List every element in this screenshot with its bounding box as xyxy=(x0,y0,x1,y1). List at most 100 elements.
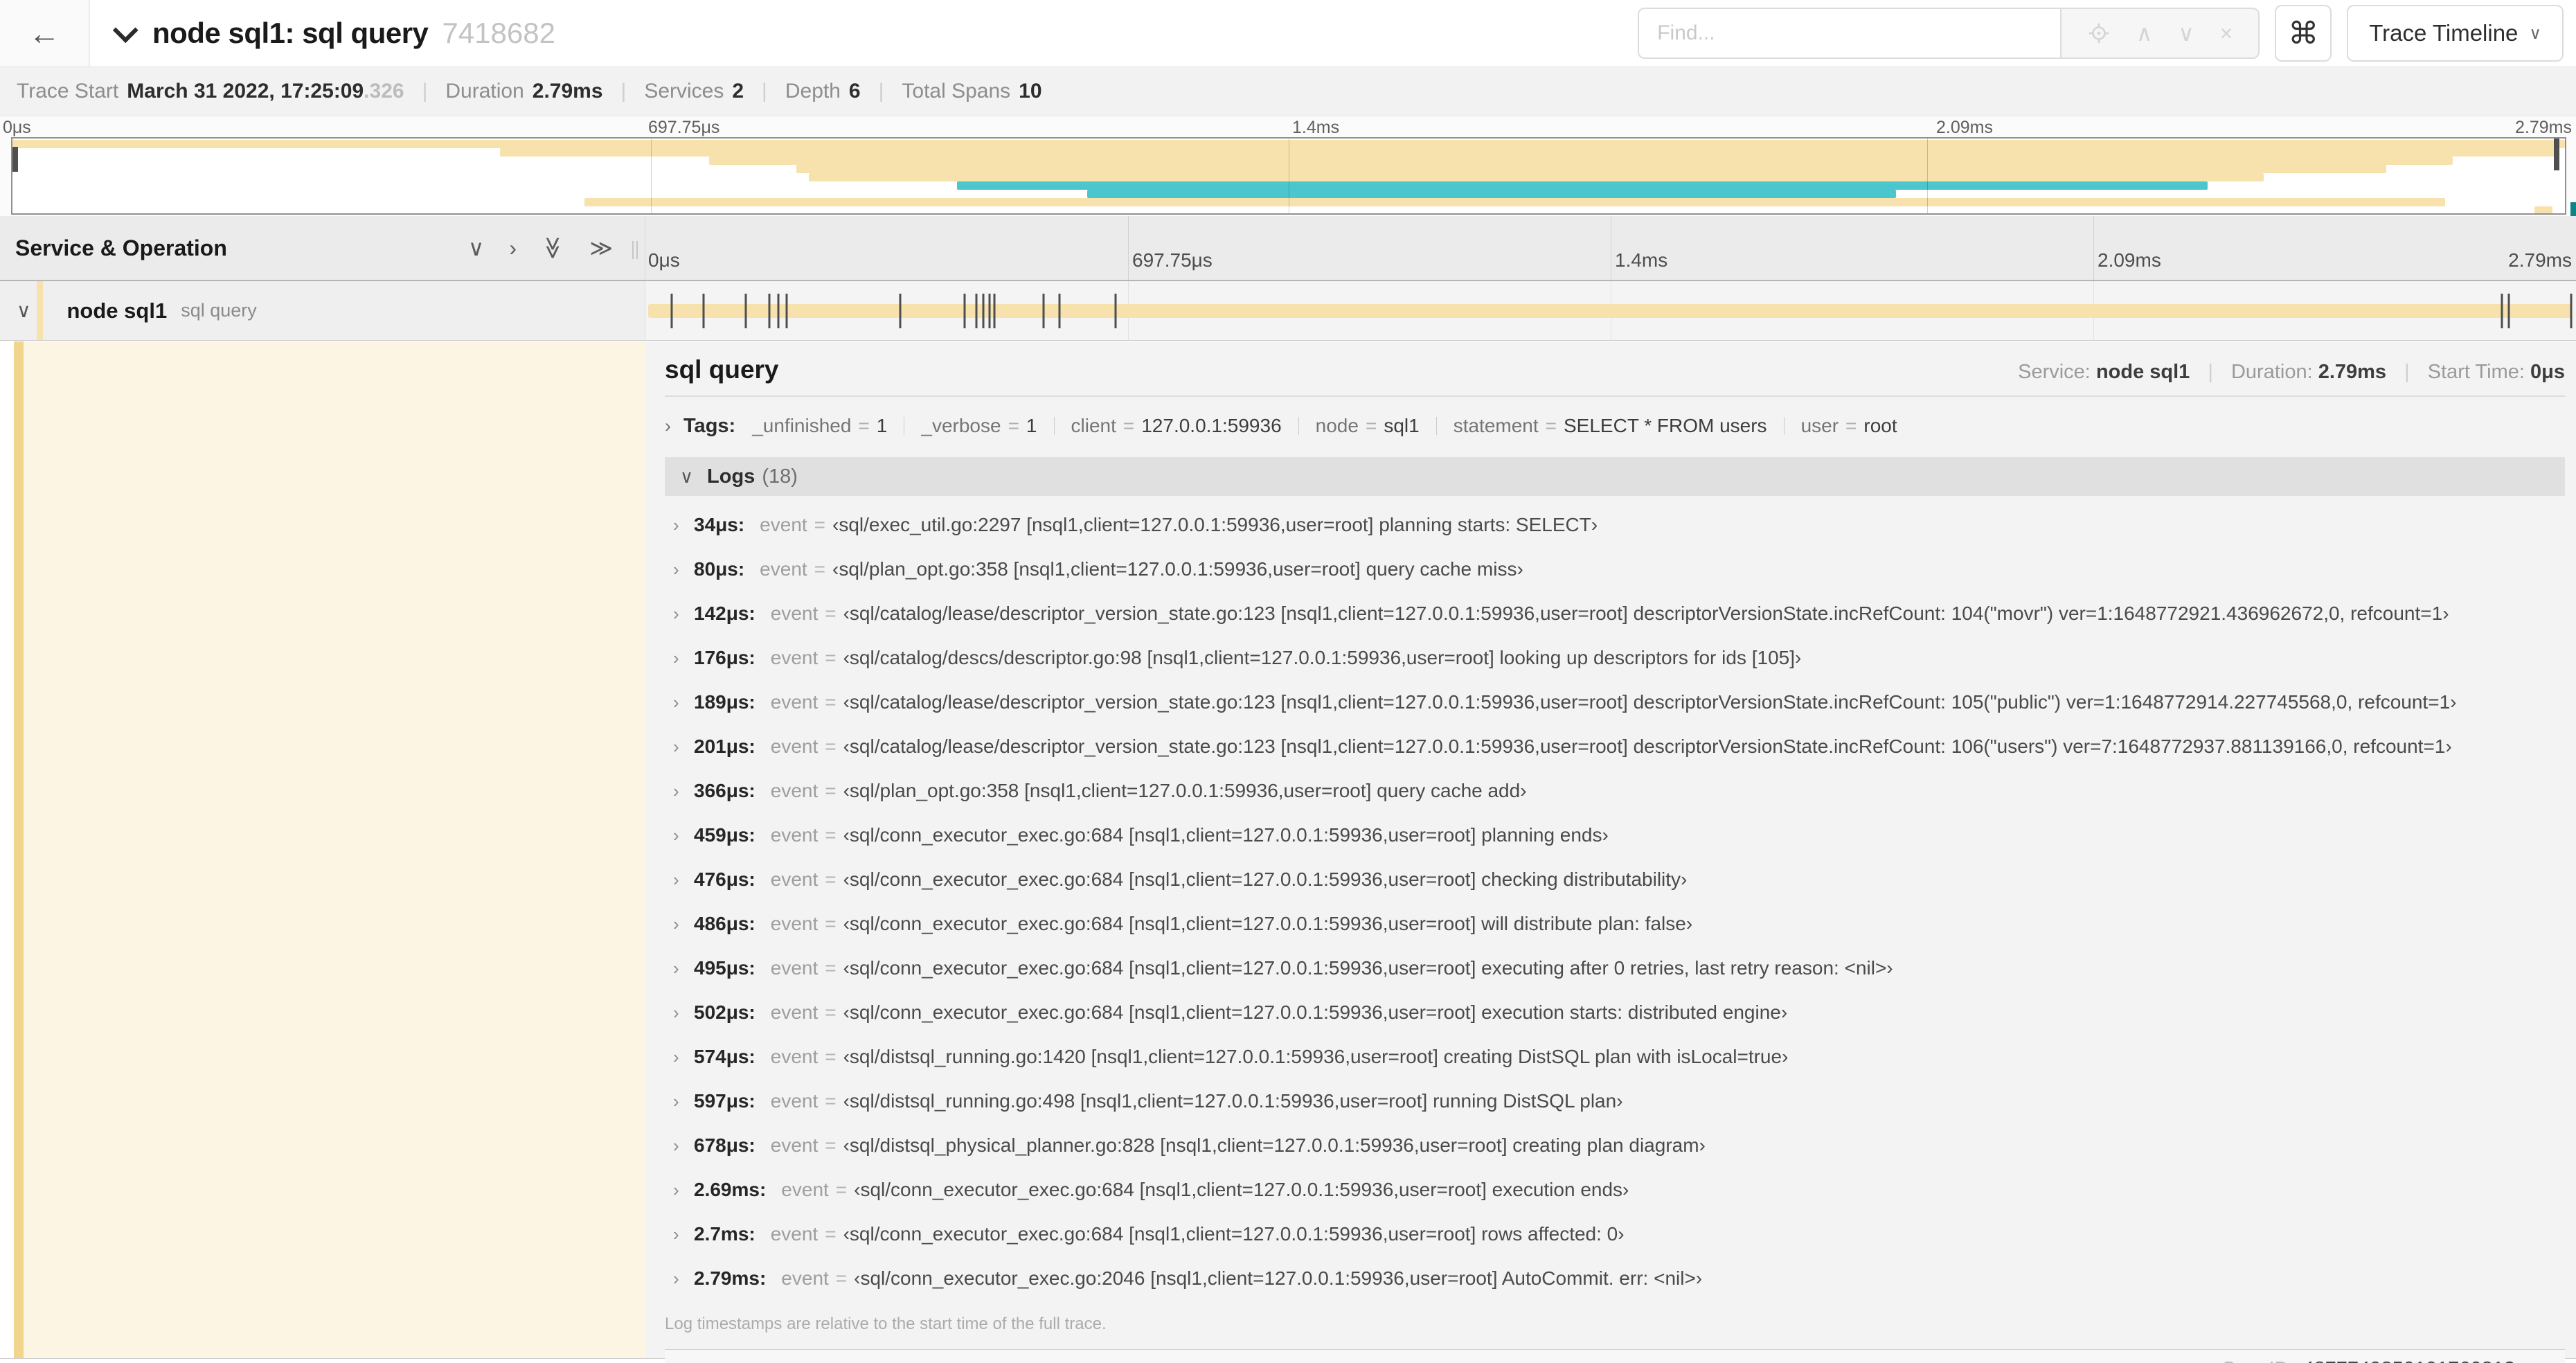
trace-title-chevron-down-icon[interactable] xyxy=(112,17,138,44)
log-value: ‹sql/conn_executor_exec.go:2046 [nsql1,c… xyxy=(854,1267,1703,1289)
collapse-one-icon[interactable]: ∨ xyxy=(468,237,484,259)
collapse-all-icon[interactable]: ≫ xyxy=(541,236,566,260)
log-expand-chevron-icon[interactable]: › xyxy=(673,559,694,580)
log-expand-chevron-icon[interactable]: › xyxy=(673,1046,694,1068)
log-timestamp: 574μs: xyxy=(694,1046,755,1067)
axis-label: 2.79ms xyxy=(2508,249,2572,271)
minimap-canvas[interactable] xyxy=(11,137,2566,215)
log-expand-chevron-icon[interactable]: › xyxy=(673,1002,694,1024)
trace-minimap: 0μs 697.75μs 1.4ms 2.09ms 2.79ms xyxy=(0,116,2576,216)
trace-view-select[interactable]: Trace Timeline ∨ xyxy=(2347,5,2564,62)
column-resize-grip[interactable] xyxy=(632,241,638,259)
log-value: ‹sql/conn_executor_exec.go:684 [nsql1,cl… xyxy=(854,1179,1629,1200)
duration-label: Duration: xyxy=(2230,361,2313,383)
log-expand-chevron-icon[interactable]: › xyxy=(673,781,694,802)
detail-left-column xyxy=(0,341,645,1358)
logs-block: ∨ Logs (18) › 34μs: event = ‹sql/exec_util.g… xyxy=(665,457,2565,1349)
log-marker xyxy=(1042,294,1045,328)
log-expand-chevron-icon[interactable]: › xyxy=(673,1135,694,1157)
viewport-scrubber-left[interactable] xyxy=(12,147,18,172)
locate-icon[interactable] xyxy=(2087,21,2111,45)
timeline-header: Service & Operation ∨ › ≫ ≫ 0μs 697.75μs 1… xyxy=(0,216,2576,281)
divider xyxy=(665,395,2565,397)
log-value: ‹sql/catalog/lease/descriptor_version_st… xyxy=(843,603,2449,624)
log-expand-chevron-icon[interactable]: › xyxy=(673,1091,694,1112)
log-row[interactable]: › 486μs: event = ‹sql/conn_executor_exec.go:… xyxy=(673,902,2565,946)
find-clear-icon[interactable]: × xyxy=(2220,22,2233,44)
log-expand-chevron-icon[interactable]: › xyxy=(673,515,694,536)
span-duration-bar[interactable] xyxy=(648,304,2571,318)
log-expand-chevron-icon[interactable]: › xyxy=(673,869,694,891)
log-row[interactable]: › 502μs: event = ‹sql/conn_executor_exec.go:… xyxy=(673,990,2565,1035)
log-timestamp: 142μs: xyxy=(694,603,755,624)
tags-row[interactable]: › Tags: _unfinished = 1 _verbose = 1 client = 12… xyxy=(665,415,2565,438)
log-timestamp: 201μs: xyxy=(694,736,755,757)
tags-expand-chevron-icon[interactable]: › xyxy=(665,416,671,437)
log-expand-chevron-icon[interactable]: › xyxy=(673,736,694,758)
log-timestamp: 495μs: xyxy=(694,957,755,979)
log-row[interactable]: › 2.7ms: event = ‹sql/conn_executor_exec.go:… xyxy=(673,1212,2565,1256)
log-row[interactable]: › 459μs: event = ‹sql/conn_executor_exec.go:… xyxy=(673,813,2565,857)
log-row[interactable]: › 80μs: event = ‹sql/plan_opt.go:358 [nsql1,… xyxy=(673,547,2565,591)
log-row[interactable]: › 366μs: event = ‹sql/plan_opt.go:358 [nsql1… xyxy=(673,769,2565,813)
log-expand-chevron-icon[interactable]: › xyxy=(673,958,694,979)
log-row[interactable]: › 476μs: event = ‹sql/conn_executor_exec.go:… xyxy=(673,857,2565,902)
log-marker xyxy=(2507,294,2510,328)
back-button[interactable]: ← xyxy=(0,0,90,66)
logs-header[interactable]: ∨ Logs (18) xyxy=(665,457,2565,496)
log-field: event xyxy=(770,1001,819,1023)
log-row[interactable]: › 495μs: event = ‹sql/conn_executor_exec.go:… xyxy=(673,946,2565,990)
service-color-strip xyxy=(37,281,43,340)
span-row-timeline[interactable] xyxy=(645,281,2576,340)
log-field: event xyxy=(770,1223,819,1245)
log-marker xyxy=(670,294,673,328)
find-prev-icon[interactable]: ∧ xyxy=(2136,22,2152,44)
duration-value: 2.79ms xyxy=(532,80,603,103)
log-row[interactable]: › 142μs: event = ‹sql/catalog/lease/descript… xyxy=(673,591,2565,636)
span-row-name-column[interactable]: ∨ node sql1 sql query xyxy=(0,281,645,340)
tags-label: Tags: xyxy=(683,415,736,437)
log-field: event xyxy=(770,736,819,757)
log-row[interactable]: › 34μs: event = ‹sql/exec_util.go:2297 [nsql… xyxy=(673,503,2565,547)
span-collapse-chevron-icon[interactable]: ∨ xyxy=(17,299,31,322)
keyboard-shortcuts-button[interactable]: ⌘ xyxy=(2275,5,2332,62)
find-input[interactable] xyxy=(1638,8,2061,59)
services-value: 2 xyxy=(732,80,744,103)
log-row[interactable]: › 189μs: event = ‹sql/catalog/lease/descript… xyxy=(673,680,2565,724)
log-timestamp: 2.79ms: xyxy=(694,1267,767,1289)
log-expand-chevron-icon[interactable]: › xyxy=(673,1224,694,1245)
deep-link-icon[interactable] xyxy=(2528,1359,2550,1363)
logs-note: Log timestamps are relative to the start… xyxy=(665,1315,1107,1333)
log-expand-chevron-icon[interactable]: › xyxy=(673,692,694,713)
service-label: Service: xyxy=(2018,361,2091,383)
span-row[interactable]: ∨ node sql1 sql query xyxy=(0,281,2576,341)
expand-all-icon[interactable]: ≫ xyxy=(590,237,614,259)
logs-count: (18) xyxy=(762,465,798,488)
span-service-name: node sql1 xyxy=(66,298,168,323)
log-row[interactable]: › 574μs: event = ‹sql/distsql_running.go:142… xyxy=(673,1035,2565,1079)
log-expand-chevron-icon[interactable]: › xyxy=(673,914,694,935)
logs-collapse-chevron-icon[interactable]: ∨ xyxy=(680,466,693,488)
expand-one-icon[interactable]: › xyxy=(509,237,517,259)
log-row[interactable]: › 201μs: event = ‹sql/catalog/lease/descript… xyxy=(673,724,2565,769)
log-value: ‹sql/conn_executor_exec.go:684 [nsql1,cl… xyxy=(843,957,1893,979)
log-expand-chevron-icon[interactable]: › xyxy=(673,1268,694,1290)
log-row[interactable]: › 2.79ms: event = ‹sql/conn_executor_exec.go… xyxy=(673,1256,2565,1301)
viewport-scrubber-right[interactable] xyxy=(2554,139,2559,170)
log-row[interactable]: › 678μs: event = ‹sql/distsql_physical_plann… xyxy=(673,1123,2565,1168)
find-next-icon[interactable]: ∨ xyxy=(2178,22,2194,44)
log-field: event xyxy=(781,1267,829,1289)
log-value: ‹sql/distsql_running.go:1420 [nsql1,clie… xyxy=(843,1046,1789,1067)
span-detail-footer: SpanID: 4877749850101760812 xyxy=(665,1349,2565,1363)
log-expand-chevron-icon[interactable]: › xyxy=(673,1179,694,1201)
log-expand-chevron-icon[interactable]: › xyxy=(673,603,694,625)
log-row[interactable]: › 2.69ms: event = ‹sql/conn_executor_exec.go… xyxy=(673,1168,2565,1212)
log-row[interactable]: › 597μs: event = ‹sql/distsql_running.go:498… xyxy=(673,1079,2565,1123)
back-arrow-icon: ← xyxy=(28,15,60,51)
log-expand-chevron-icon[interactable]: › xyxy=(673,825,694,846)
log-value: ‹sql/conn_executor_exec.go:684 [nsql1,cl… xyxy=(843,868,1688,890)
log-row[interactable]: › 176μs: event = ‹sql/catalog/descs/descript… xyxy=(673,636,2565,680)
page-header: ← node sql1: sql query 7418682 Find... ∧… xyxy=(0,0,2576,66)
axis-label: 697.75μs xyxy=(1132,249,1213,271)
log-expand-chevron-icon[interactable]: › xyxy=(673,648,694,669)
